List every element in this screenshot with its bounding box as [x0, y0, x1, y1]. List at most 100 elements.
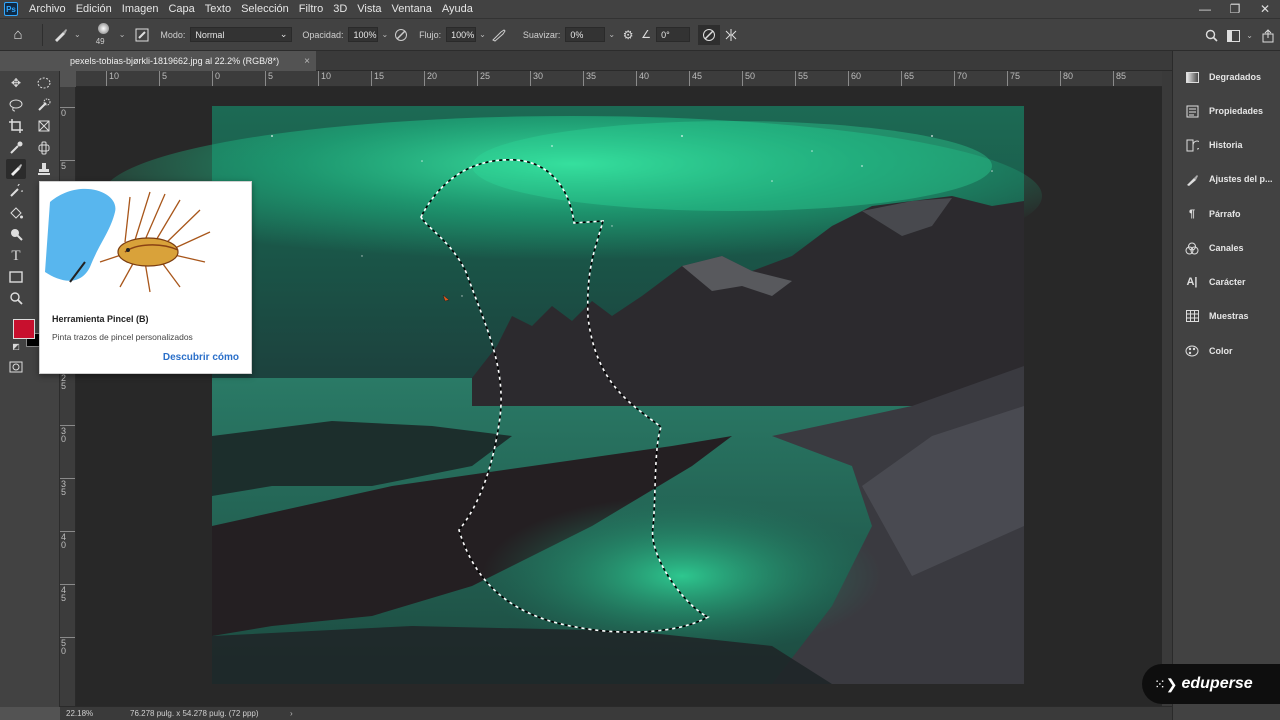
- ruler-label: 10: [318, 71, 331, 86]
- brush-preset-icon[interactable]: [49, 27, 71, 43]
- quick-mask-icon[interactable]: [6, 357, 26, 377]
- menu-bar: Ps Archivo Edición Imagen Capa Texto Sel…: [0, 0, 1280, 18]
- window-controls: — ❐ ✕: [1190, 0, 1280, 18]
- crop-tool-icon[interactable]: [6, 116, 26, 136]
- lasso-tool-icon[interactable]: [6, 95, 26, 115]
- angle-value: 0°: [661, 29, 670, 40]
- canvas-area[interactable]: [76, 87, 1162, 707]
- quick-selection-tool-icon[interactable]: [34, 95, 54, 115]
- menu-texto[interactable]: Texto: [200, 0, 236, 18]
- menu-3d[interactable]: 3D: [328, 0, 352, 18]
- move-tool-icon[interactable]: ✥: [6, 73, 26, 93]
- ruler-label: 3 5: [60, 478, 75, 497]
- eyedropper-tool-icon[interactable]: [6, 138, 26, 158]
- menu-capa[interactable]: Capa: [163, 0, 199, 18]
- panel-dock: Degradados Propiedades Historia Ajustes …: [1172, 51, 1280, 720]
- gear-icon[interactable]: ⚙: [618, 28, 638, 42]
- chevron-down-icon[interactable]: ⌄: [74, 30, 81, 39]
- panel-caracter[interactable]: A| Carácter: [1173, 267, 1280, 297]
- restore-button[interactable]: ❐: [1220, 0, 1250, 18]
- brush-tip-icon: [97, 22, 109, 34]
- opacity-input[interactable]: 100%: [348, 27, 379, 42]
- ruler-label: 75: [1007, 71, 1020, 86]
- menu-filtro[interactable]: Filtro: [294, 0, 328, 18]
- share-icon[interactable]: [1256, 28, 1280, 43]
- pressure-size-icon[interactable]: [698, 24, 721, 45]
- brush-tool-icon[interactable]: [6, 159, 26, 179]
- zoom-level[interactable]: 22.18%: [60, 709, 120, 718]
- flow-label: Flujo:: [419, 29, 442, 40]
- smoothing-input[interactable]: 0%: [565, 27, 606, 42]
- pressure-opacity-icon[interactable]: [391, 28, 411, 42]
- panel-label: Ajustes del p...: [1209, 174, 1273, 184]
- vertical-scrollbar[interactable]: [1162, 71, 1172, 707]
- rectangle-tool-icon[interactable]: [6, 267, 26, 287]
- menu-ventana[interactable]: Ventana: [387, 0, 437, 18]
- zoom-tool-icon[interactable]: [6, 288, 26, 308]
- minimize-button[interactable]: —: [1190, 0, 1220, 18]
- chevron-down-icon[interactable]: ⌄: [381, 30, 388, 39]
- panel-historia[interactable]: Historia: [1173, 130, 1280, 160]
- history-icon: [1185, 138, 1199, 152]
- paint-bucket-tool-icon[interactable]: [6, 203, 26, 223]
- history-brush-tool-icon[interactable]: [6, 181, 26, 201]
- brush-size-picker[interactable]: 49: [90, 20, 116, 50]
- close-tab-icon[interactable]: ×: [304, 56, 310, 67]
- flow-input[interactable]: 100%: [446, 27, 477, 42]
- paragraph-icon: ¶: [1188, 208, 1196, 220]
- panel-ajustes-pincel[interactable]: Ajustes del p...: [1173, 164, 1280, 194]
- document-image[interactable]: [76, 87, 1162, 707]
- chevron-down-icon[interactable]: ⌄: [479, 30, 486, 39]
- workspace-icon[interactable]: [1223, 29, 1243, 42]
- menu-ayuda[interactable]: Ayuda: [437, 0, 478, 18]
- flow-value: 100%: [451, 29, 475, 40]
- menu-imagen[interactable]: Imagen: [117, 0, 164, 18]
- mode-label: Modo:: [160, 29, 186, 40]
- ruler-label: 85: [1113, 71, 1126, 86]
- chevron-down-icon[interactable]: ⌄: [608, 30, 615, 39]
- panel-parrafo[interactable]: ¶ Párrafo: [1173, 199, 1280, 229]
- tools-panel: ✥ T ◩: [0, 71, 60, 707]
- panel-label: Degradados: [1209, 72, 1262, 82]
- panel-label: Historia: [1209, 140, 1243, 150]
- brush-panel-toggle-icon[interactable]: [132, 28, 152, 42]
- airbrush-icon[interactable]: [489, 28, 509, 42]
- chevron-down-icon[interactable]: ⌄: [119, 30, 126, 39]
- search-icon[interactable]: [1199, 29, 1223, 42]
- dodge-tool-icon[interactable]: [6, 224, 26, 244]
- ruler-label: 0: [212, 71, 220, 86]
- angle-input[interactable]: 0°: [656, 27, 691, 42]
- menu-vista[interactable]: Vista: [352, 0, 386, 18]
- photoshop-logo: Ps: [4, 2, 18, 16]
- panel-color[interactable]: Color: [1173, 336, 1280, 366]
- clone-stamp-tool-icon[interactable]: [34, 159, 54, 179]
- panel-degradados[interactable]: Degradados: [1173, 62, 1280, 92]
- ruler-label: 60: [848, 71, 861, 86]
- menu-edicion[interactable]: Edición: [71, 0, 117, 18]
- mode-select[interactable]: Normal ⌄: [190, 27, 293, 42]
- type-tool-icon[interactable]: T: [6, 246, 26, 266]
- ruler-label: 5 0: [60, 637, 75, 656]
- status-menu-arrow[interactable]: ›: [290, 709, 293, 718]
- ruler-label: 15: [371, 71, 384, 86]
- frame-tool-icon[interactable]: [34, 116, 54, 136]
- tool-tooltip: Herramienta Pincel (B) Pinta trazos de p…: [39, 181, 252, 374]
- document-tab-bar: pexels-tobias-bjørkli-1819662.jpg al 22.…: [60, 51, 1172, 71]
- spot-healing-tool-icon[interactable]: [34, 138, 54, 158]
- panel-propiedades[interactable]: Propiedades: [1173, 96, 1280, 126]
- foreground-color-swatch[interactable]: [13, 319, 35, 339]
- marquee-tool-icon[interactable]: [34, 73, 54, 93]
- close-window-button[interactable]: ✕: [1250, 0, 1280, 18]
- learn-more-link[interactable]: Descubrir cómo: [163, 352, 239, 363]
- menu-seleccion[interactable]: Selección: [236, 0, 294, 18]
- color-icon: [1185, 344, 1199, 358]
- menu-archivo[interactable]: Archivo: [24, 0, 71, 18]
- symmetry-icon[interactable]: [720, 28, 742, 42]
- home-icon[interactable]: ⌂: [0, 26, 36, 43]
- options-bar: ⌂ ⌄ 49 ⌄ Modo: Normal ⌄ Opacidad: 100% ⌄ …: [0, 18, 1280, 51]
- document-tab[interactable]: pexels-tobias-bjørkli-1819662.jpg al 22.…: [60, 51, 316, 71]
- panel-muestras[interactable]: Muestras: [1173, 301, 1280, 331]
- chevron-down-icon[interactable]: ⌄: [1246, 31, 1253, 40]
- default-colors-icon[interactable]: ◩: [9, 339, 23, 353]
- panel-canales[interactable]: Canales: [1173, 233, 1280, 263]
